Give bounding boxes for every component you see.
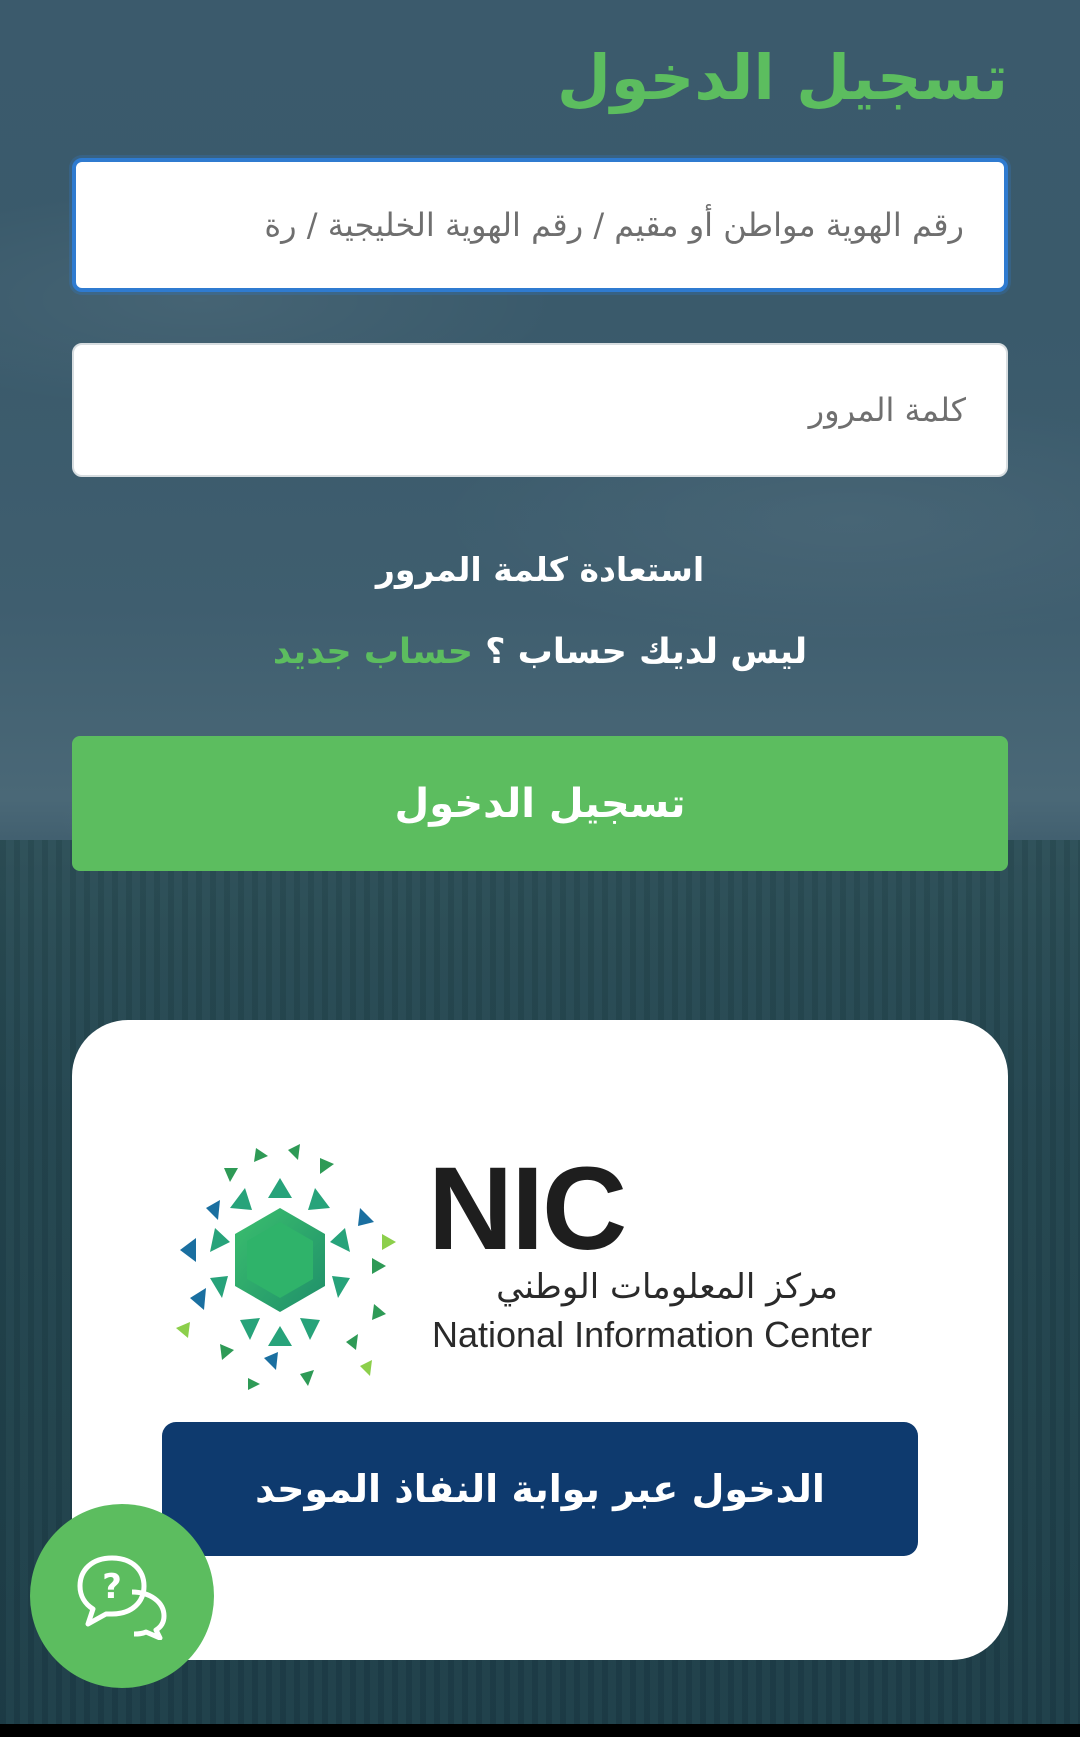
new-account-link[interactable]: حساب جديد: [273, 632, 473, 672]
national-id-input[interactable]: رقم الهوية مواطن أو مقيم / رقم الهوية ال…: [72, 158, 1008, 292]
no-account-text: ليس لديك حساب ؟: [485, 632, 808, 672]
help-chat-icon: ?: [77, 1555, 167, 1640]
page-title: تسجيل الدخول: [557, 41, 1008, 114]
nic-logo-icon: [176, 1144, 396, 1390]
bottom-bar: [0, 1724, 1080, 1737]
nic-name-arabic: مركز المعلومات الوطني: [496, 1267, 838, 1307]
nic-name-english: National Information Center: [432, 1314, 873, 1355]
password-placeholder: كلمة المرور: [808, 391, 966, 429]
forgot-password-link[interactable]: استعادة كلمة المرور: [0, 545, 1080, 595]
nic-wordmark: NIC: [428, 1143, 627, 1275]
login-screen: تسجيل الدخول رقم الهوية مواطن أو مقيم / …: [0, 0, 1080, 1737]
help-question-mark: ?: [102, 1567, 122, 1607]
national-id-placeholder: رقم الهوية مواطن أو مقيم / رقم الهوية ال…: [264, 206, 964, 244]
help-chat-button[interactable]: ?: [30, 1504, 214, 1688]
nafath-login-button[interactable]: الدخول عبر بوابة النفاذ الموحد: [162, 1422, 918, 1556]
password-input[interactable]: كلمة المرور: [72, 343, 1008, 477]
signup-prompt: ليس لديك حساب ؟ حساب جديد: [0, 626, 1080, 678]
login-button[interactable]: تسجيل الدخول: [72, 736, 1008, 871]
